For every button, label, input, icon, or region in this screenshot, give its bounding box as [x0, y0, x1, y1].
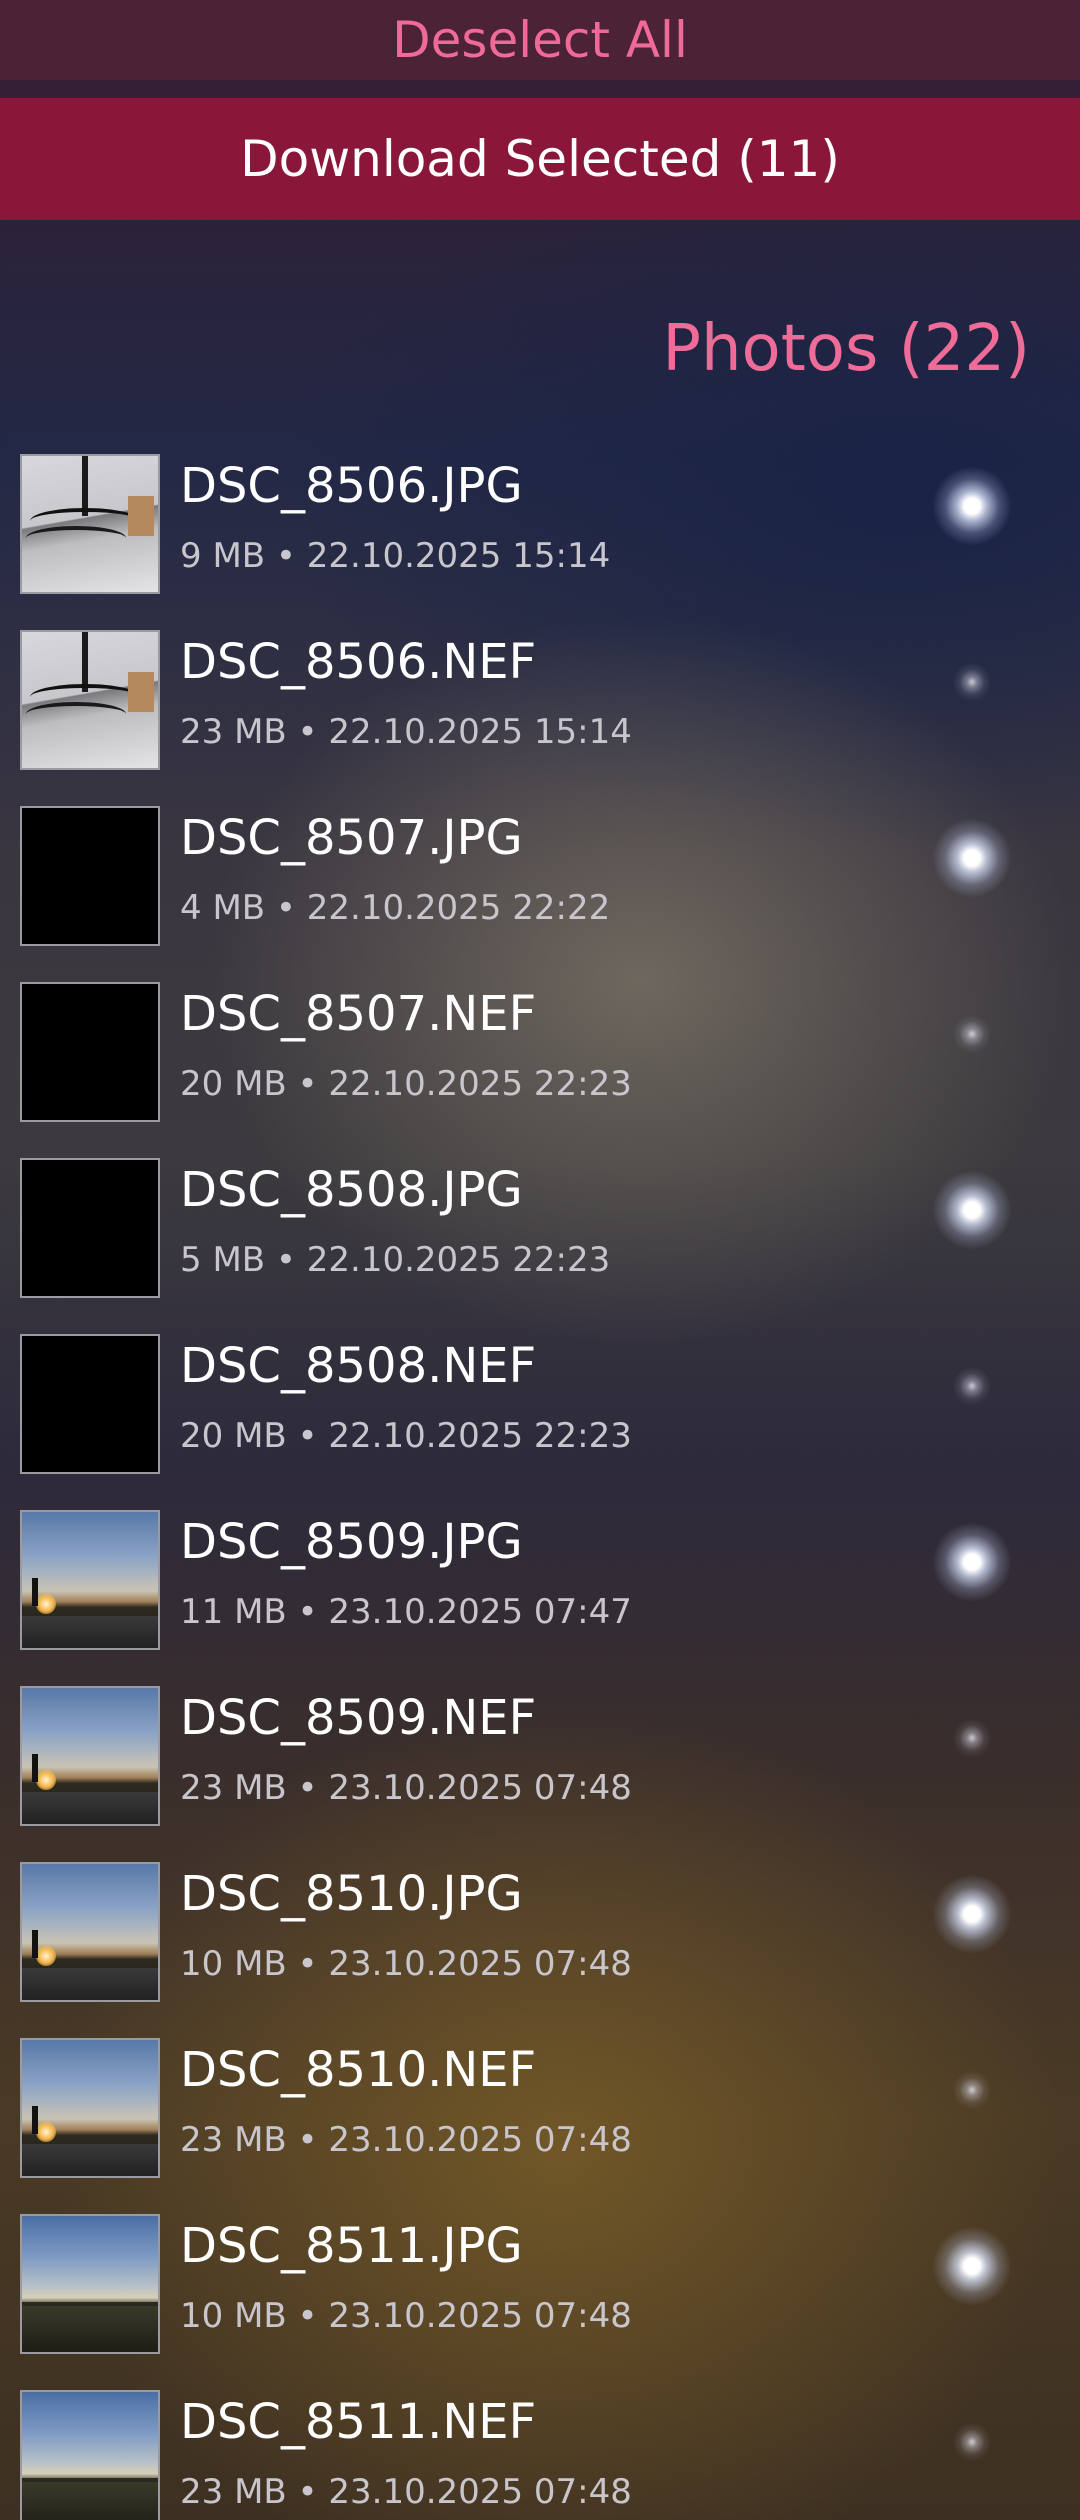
thumb-detail — [128, 496, 154, 536]
file-meta: 23 MB • 23.10.2025 07:48 — [180, 2472, 632, 2512]
file-name: DSC_8509.JPG — [180, 1514, 523, 1570]
thumb-detail — [36, 1946, 56, 1966]
photo-row[interactable]: DSC_8506.JPG 9 MB • 22.10.2025 15:14 — [0, 446, 1080, 622]
thumb-detail — [32, 1578, 38, 1606]
thumb-detail — [22, 1616, 158, 1648]
file-meta: 20 MB • 22.10.2025 22:23 — [180, 1064, 632, 1104]
photo-row[interactable]: DSC_8508.JPG 5 MB • 22.10.2025 22:23 — [0, 1150, 1080, 1326]
selected-indicator-icon[interactable] — [932, 1874, 1012, 1954]
unselected-indicator-icon[interactable] — [932, 642, 1012, 722]
photo-list: DSC_8506.JPG 9 MB • 22.10.2025 15:14 DSC_8… — [0, 446, 1080, 2520]
thumb-detail — [36, 2122, 56, 2142]
file-name: DSC_8508.NEF — [180, 1338, 537, 1394]
unselected-indicator-icon[interactable] — [932, 994, 1012, 1074]
photo-thumbnail — [20, 2214, 160, 2354]
file-name: DSC_8510.NEF — [180, 2042, 537, 2098]
file-meta: 4 MB • 22.10.2025 22:22 — [180, 888, 611, 928]
file-meta: 10 MB • 23.10.2025 07:48 — [180, 1944, 632, 1984]
thumb-detail — [22, 1968, 158, 2000]
file-name: DSC_8507.JPG — [180, 810, 523, 866]
file-name: DSC_8507.NEF — [180, 986, 537, 1042]
photo-row[interactable]: DSC_8509.JPG 11 MB • 23.10.2025 07:47 — [0, 1502, 1080, 1678]
photo-thumbnail — [20, 454, 160, 594]
file-meta: 23 MB • 23.10.2025 07:48 — [180, 1768, 632, 1808]
photo-row[interactable]: DSC_8510.NEF 23 MB • 23.10.2025 07:48 — [0, 2030, 1080, 2206]
file-meta: 11 MB • 23.10.2025 07:47 — [180, 1592, 632, 1632]
section-header-photos: Photos (22) — [662, 312, 1030, 386]
unselected-indicator-icon[interactable] — [932, 2050, 1012, 2130]
photo-thumbnail — [20, 1686, 160, 1826]
photo-thumbnail — [20, 1510, 160, 1650]
thumb-detail — [26, 702, 126, 726]
unselected-indicator-icon[interactable] — [932, 1346, 1012, 1426]
file-meta: 9 MB • 22.10.2025 15:14 — [180, 536, 611, 576]
file-meta: 5 MB • 22.10.2025 22:23 — [180, 1240, 611, 1280]
photo-row[interactable]: DSC_8507.JPG 4 MB • 22.10.2025 22:22 — [0, 798, 1080, 974]
thumb-detail — [22, 1792, 158, 1824]
selected-indicator-icon[interactable] — [932, 1522, 1012, 1602]
file-meta: 10 MB • 23.10.2025 07:48 — [180, 2296, 632, 2336]
unselected-indicator-icon[interactable] — [932, 2402, 1012, 2482]
photo-thumbnail — [20, 982, 160, 1122]
photo-thumbnail — [20, 806, 160, 946]
deselect-all-button[interactable]: Deselect All — [0, 0, 1080, 80]
file-name: DSC_8511.JPG — [180, 2218, 523, 2274]
photo-row[interactable]: DSC_8509.NEF 23 MB • 23.10.2025 07:48 — [0, 1678, 1080, 1854]
selected-indicator-icon[interactable] — [932, 818, 1012, 898]
thumb-detail — [26, 526, 126, 550]
thumb-detail — [32, 2106, 38, 2134]
thumb-detail — [22, 2478, 158, 2482]
photo-thumbnail — [20, 630, 160, 770]
photo-row[interactable]: DSC_8511.NEF 23 MB • 23.10.2025 07:48 — [0, 2382, 1080, 2520]
photo-thumbnail — [20, 2390, 160, 2520]
photo-thumbnail — [20, 1862, 160, 2002]
file-name: DSC_8511.NEF — [180, 2394, 537, 2450]
thumb-detail — [36, 1770, 56, 1790]
photo-thumbnail — [20, 2038, 160, 2178]
thumb-detail — [22, 2302, 158, 2306]
photo-row[interactable]: DSC_8510.JPG 10 MB • 23.10.2025 07:48 — [0, 1854, 1080, 2030]
file-meta: 23 MB • 23.10.2025 07:48 — [180, 2120, 632, 2160]
file-name: DSC_8509.NEF — [180, 1690, 537, 1746]
selected-indicator-icon[interactable] — [932, 2226, 1012, 2306]
unselected-indicator-icon[interactable] — [932, 1698, 1012, 1778]
file-name: DSC_8510.JPG — [180, 1866, 523, 1922]
file-meta: 20 MB • 22.10.2025 22:23 — [180, 1416, 632, 1456]
photo-thumbnail — [20, 1158, 160, 1298]
photo-row[interactable]: DSC_8506.NEF 23 MB • 22.10.2025 15:14 — [0, 622, 1080, 798]
thumb-detail — [82, 456, 88, 516]
file-name: DSC_8506.NEF — [180, 634, 537, 690]
thumb-detail — [32, 1930, 38, 1958]
thumb-detail — [36, 1594, 56, 1614]
file-meta: 23 MB • 22.10.2025 15:14 — [180, 712, 632, 752]
selected-indicator-icon[interactable] — [932, 466, 1012, 546]
photo-thumbnail — [20, 1334, 160, 1474]
thumb-detail — [22, 2144, 158, 2176]
photo-row[interactable]: DSC_8508.NEF 20 MB • 22.10.2025 22:23 — [0, 1326, 1080, 1502]
photo-row[interactable]: DSC_8511.JPG 10 MB • 23.10.2025 07:48 — [0, 2206, 1080, 2382]
file-name: DSC_8508.JPG — [180, 1162, 523, 1218]
download-selected-button[interactable]: Download Selected (11) — [0, 98, 1080, 220]
thumb-detail — [128, 672, 154, 712]
photo-row[interactable]: DSC_8507.NEF 20 MB • 22.10.2025 22:23 — [0, 974, 1080, 1150]
selected-indicator-icon[interactable] — [932, 1170, 1012, 1250]
thumb-detail — [32, 1754, 38, 1782]
thumb-detail — [82, 632, 88, 692]
file-name: DSC_8506.JPG — [180, 458, 523, 514]
